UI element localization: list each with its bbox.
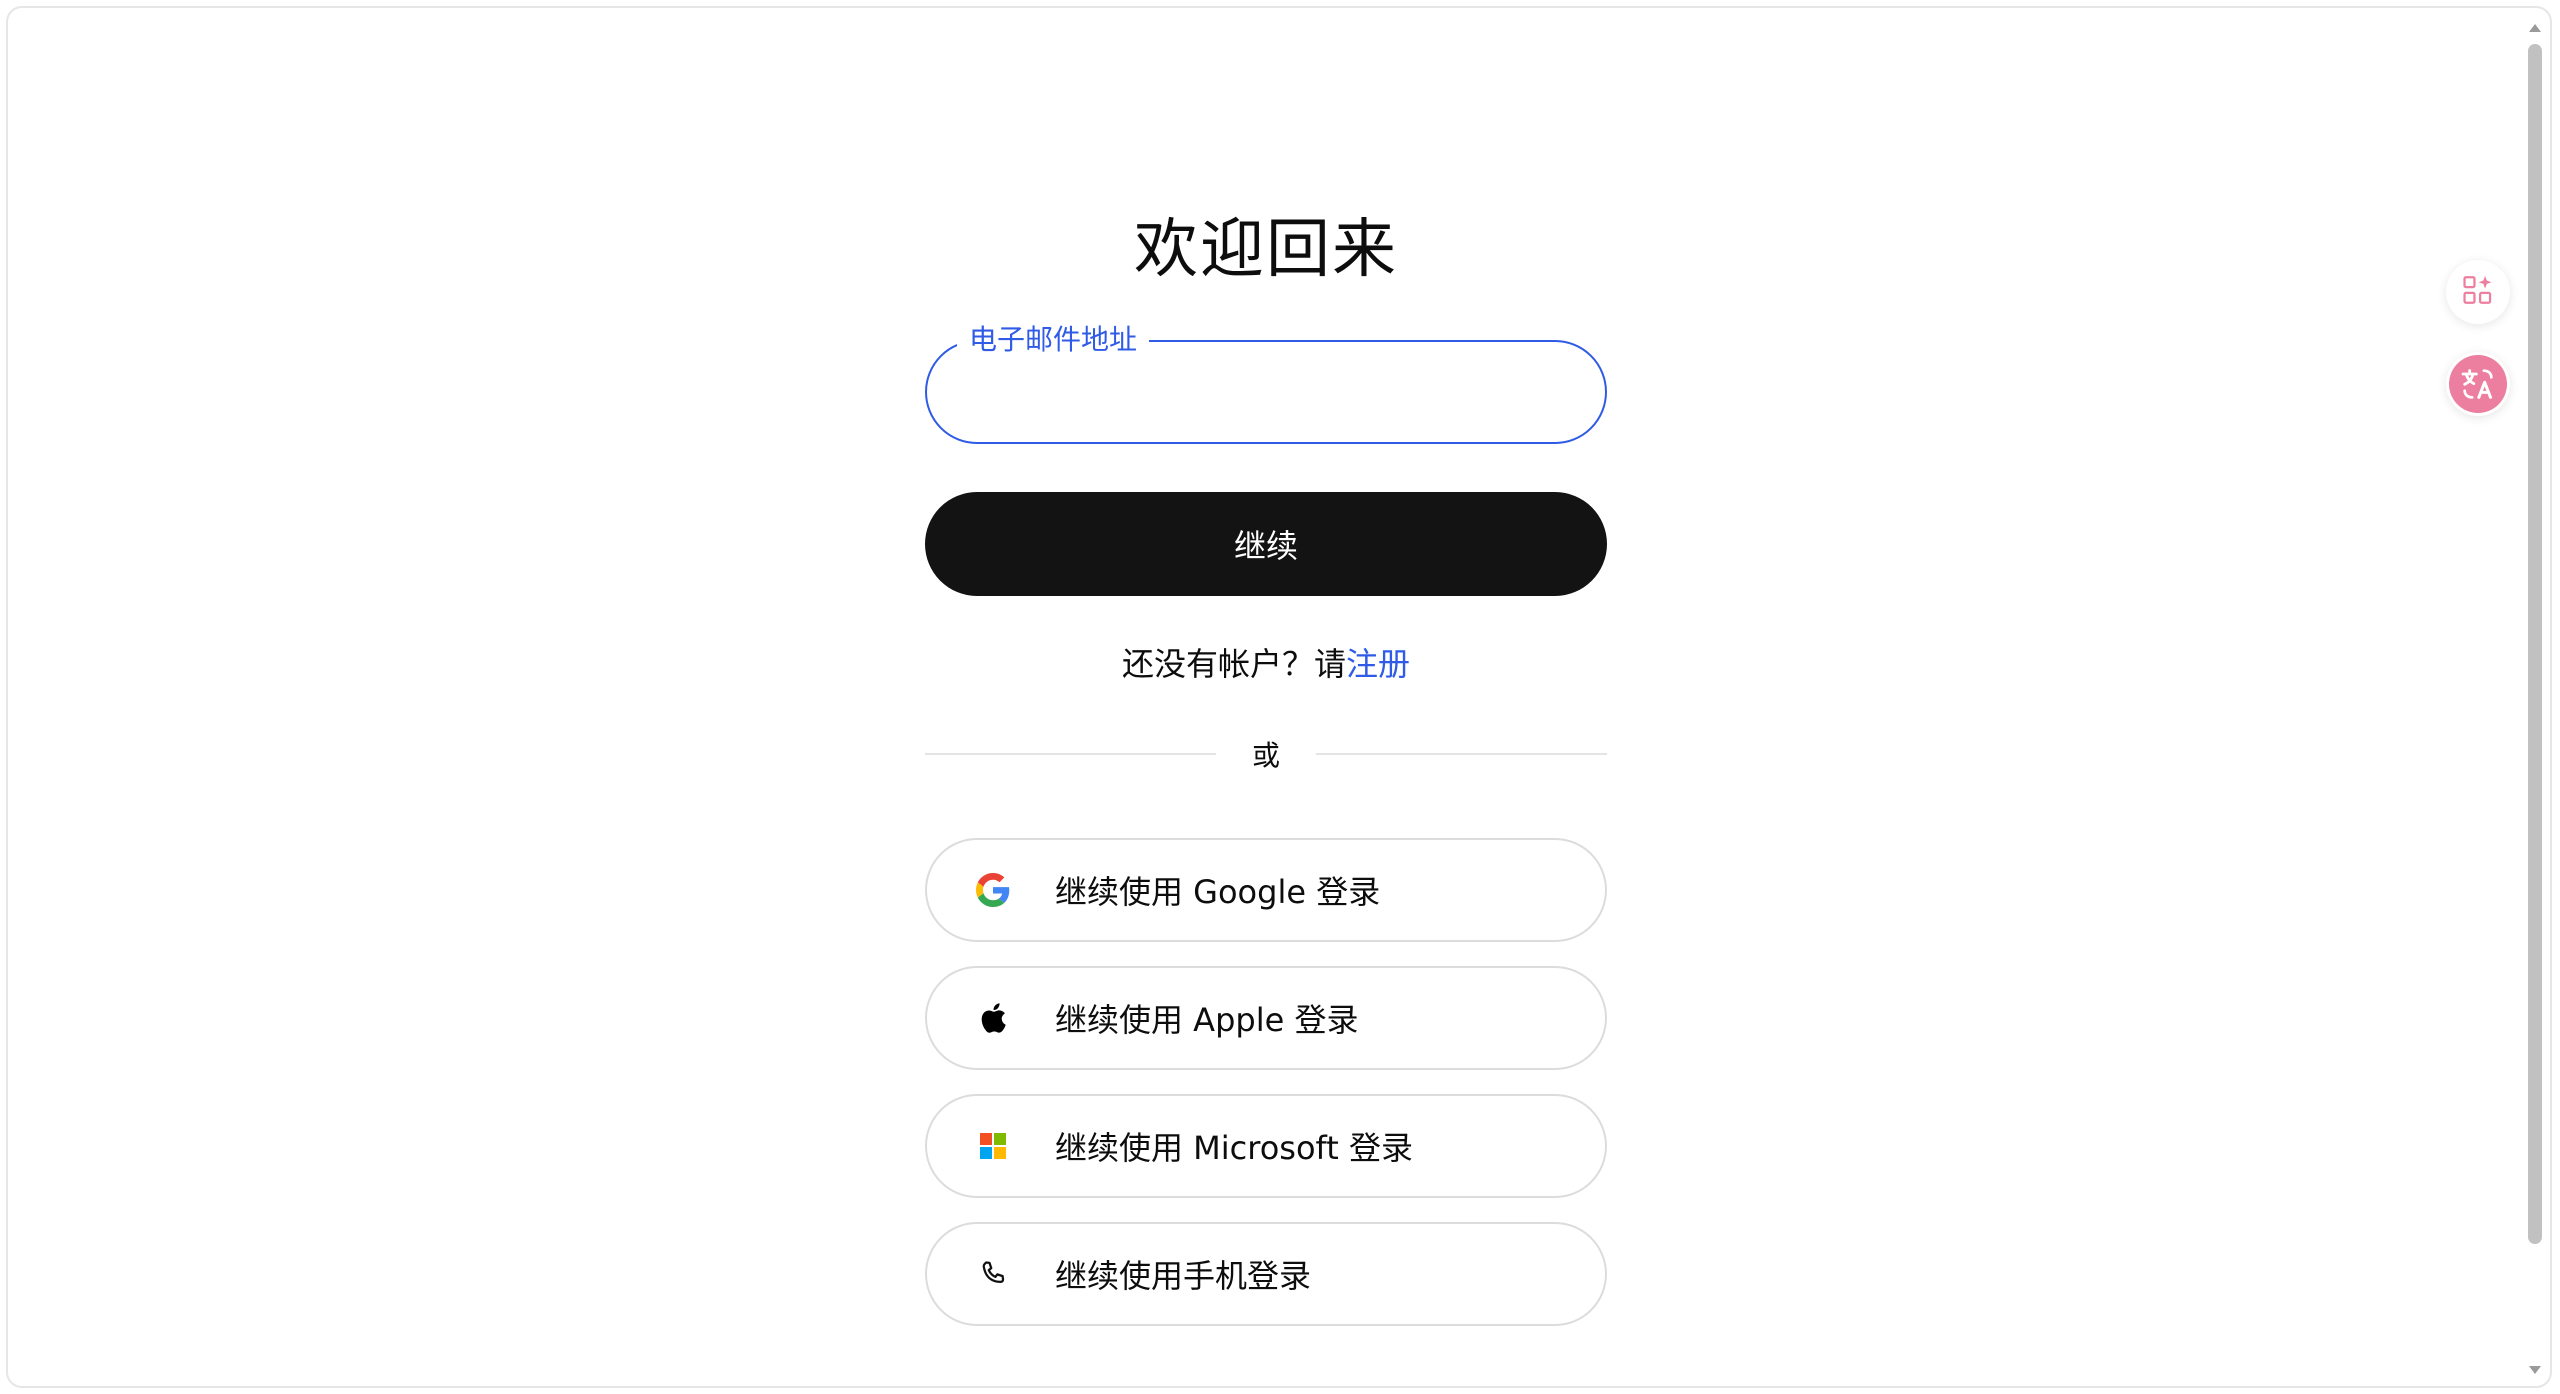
divider-text: 或 bbox=[1252, 739, 1281, 772]
microsoft-login-label: 继续使用 Microsoft 登录 bbox=[1055, 1129, 1413, 1167]
scrollbar[interactable] bbox=[2524, 18, 2546, 1378]
signup-prompt: 还没有帐户？请注册 bbox=[925, 644, 1607, 684]
apple-login-button[interactable]: 继续使用 Apple 登录 bbox=[925, 966, 1607, 1070]
translate-button[interactable] bbox=[2446, 352, 2510, 416]
scroll-up-arrow-icon[interactable] bbox=[2529, 24, 2541, 32]
apps-sparkle-icon bbox=[2461, 273, 2495, 311]
divider-line-right bbox=[1316, 753, 1608, 755]
translate-icon bbox=[2449, 355, 2507, 413]
page-title: 欢迎回来 bbox=[1134, 213, 1398, 287]
email-label: 电子邮件地址 bbox=[957, 324, 1150, 356]
apps-sparkle-button[interactable] bbox=[2446, 260, 2510, 324]
signup-link[interactable]: 注册 bbox=[1346, 645, 1410, 683]
login-panel: 欢迎回来 电子邮件地址 继续 还没有帐户？请注册 或 继续使用 Google 登… bbox=[925, 200, 1608, 1326]
microsoft-icon bbox=[975, 1128, 1011, 1164]
phone-login-label: 继续使用手机登录 bbox=[1055, 1257, 1312, 1295]
apple-icon bbox=[975, 1000, 1011, 1036]
divider-line-left bbox=[925, 753, 1216, 755]
continue-button[interactable]: 继续 bbox=[925, 492, 1607, 596]
email-input[interactable] bbox=[927, 342, 1605, 442]
google-login-label: 继续使用 Google 登录 bbox=[1055, 873, 1381, 911]
scroll-down-arrow-icon[interactable] bbox=[2529, 1366, 2541, 1374]
scroll-thumb[interactable] bbox=[2528, 44, 2542, 1244]
apple-login-label: 继续使用 Apple 登录 bbox=[1055, 1001, 1359, 1039]
microsoft-login-button[interactable]: 继续使用 Microsoft 登录 bbox=[925, 1094, 1607, 1198]
google-icon bbox=[975, 872, 1011, 908]
email-field-container: 电子邮件地址 bbox=[925, 324, 1607, 444]
phone-login-button[interactable]: 继续使用手机登录 bbox=[925, 1222, 1607, 1326]
phone-icon bbox=[975, 1256, 1011, 1292]
or-divider: 或 bbox=[925, 734, 1608, 774]
signup-prompt-text: 还没有帐户？请 bbox=[1121, 645, 1346, 683]
google-login-button[interactable]: 继续使用 Google 登录 bbox=[925, 838, 1607, 942]
